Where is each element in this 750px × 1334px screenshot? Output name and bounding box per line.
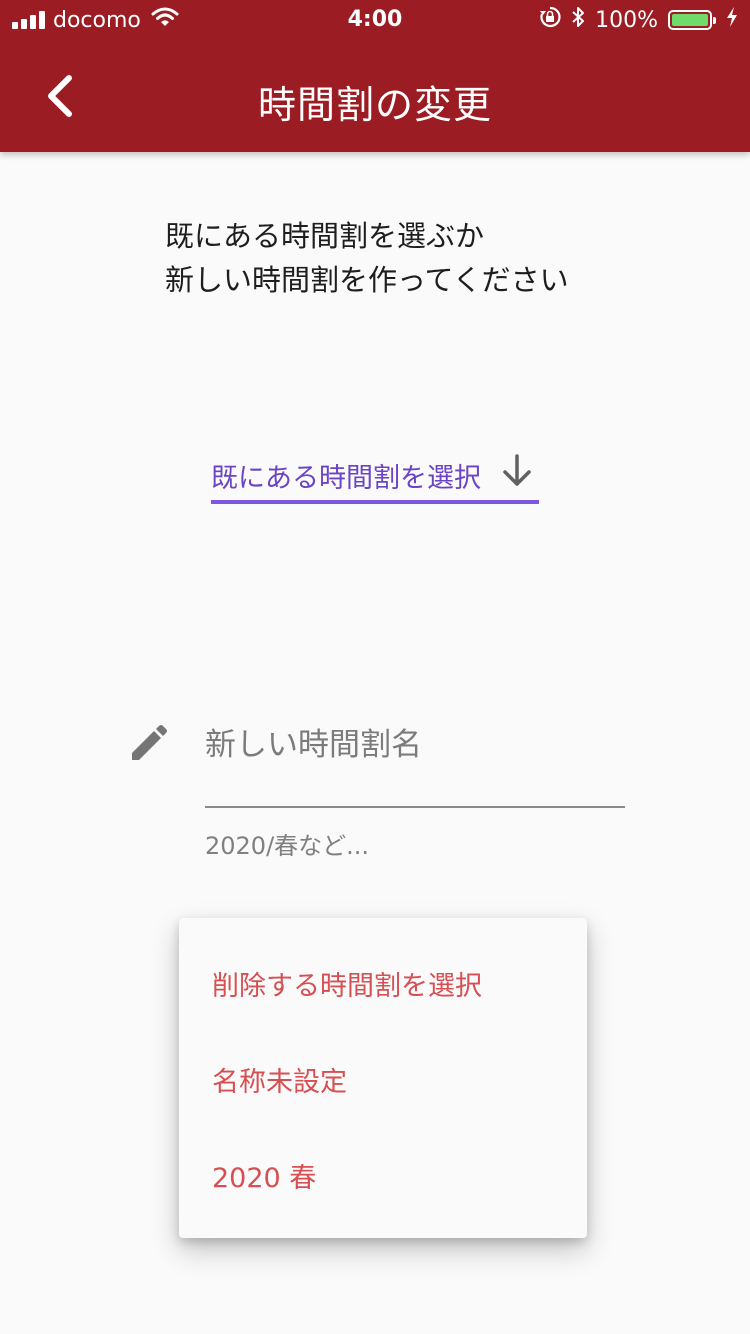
bluetooth-icon: [571, 6, 585, 34]
menu-item-untitled[interactable]: 名称未設定: [212, 1060, 347, 1099]
rotation-lock-icon: [539, 6, 561, 34]
battery-icon: [668, 10, 716, 30]
page-title: 時間割の変更: [257, 83, 492, 127]
app-bar: docomo 4:00 100% 時間割の変更: [0, 0, 750, 152]
input-placeholder: 新しい時間割名: [205, 727, 422, 763]
arrow-down-icon: [501, 454, 533, 492]
menu-item-select-delete[interactable]: 削除する時間割を選択: [212, 964, 482, 1003]
instructions: 既にある時間割を選ぶか 新しい時間割を作ってください: [165, 214, 569, 302]
popup-menu: 削除する時間割を選択 名称未設定 2020 春: [179, 918, 587, 1238]
charging-icon: [726, 6, 738, 34]
dropdown-label: 既にある時間割を選択: [211, 462, 481, 494]
instruction-line-2: 新しい時間割を作ってください: [165, 263, 569, 297]
existing-timetable-dropdown[interactable]: 既にある時間割を選択: [211, 450, 539, 504]
battery-percent: 100%: [595, 7, 658, 33]
menu-item-2020-spring[interactable]: 2020 春: [212, 1156, 316, 1195]
status-bar: docomo 4:00 100%: [0, 0, 750, 40]
instruction-line-1: 既にある時間割を選ぶか: [165, 219, 485, 253]
input-helper-text: 2020/春など...: [205, 832, 370, 860]
pencil-icon: [128, 724, 168, 768]
new-timetable-name-input[interactable]: 新しい時間割名: [205, 720, 625, 808]
